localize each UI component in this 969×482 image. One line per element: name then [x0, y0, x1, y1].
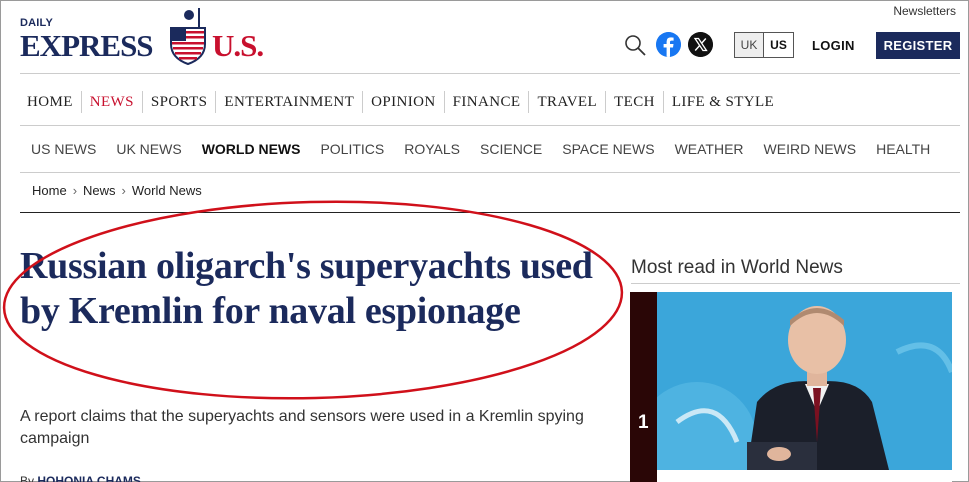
subnav-item-weird-news[interactable]: WEIRD NEWS — [764, 140, 857, 158]
chevron-right-icon: › — [72, 183, 78, 198]
byline-prefix: By — [20, 474, 35, 482]
subnav-item-weather[interactable]: WEATHER — [675, 140, 744, 158]
subnav-item-science[interactable]: SCIENCE — [480, 140, 542, 158]
logo-us-text: U.S. — [212, 28, 264, 63]
primary-nav: HOME NEWS SPORTS ENTERTAINMENT OPINION F… — [20, 90, 782, 114]
header-divider — [20, 73, 960, 74]
register-button[interactable]: REGISTER — [876, 32, 960, 59]
nav-item-travel[interactable]: TRAVEL — [528, 91, 605, 113]
most-read-heading: Most read in World News — [631, 257, 843, 278]
nav-item-entertainment[interactable]: ENTERTAINMENT — [215, 91, 362, 113]
nav-item-tech[interactable]: TECH — [605, 91, 663, 113]
subnav-item-politics[interactable]: POLITICS — [320, 140, 384, 158]
search-icon[interactable] — [623, 33, 647, 57]
subnav-item-health[interactable]: HEALTH — [876, 140, 930, 158]
nav-item-opinion[interactable]: OPINION — [362, 91, 443, 113]
secondary-nav: US NEWS UK NEWS WORLD NEWS POLITICS ROYA… — [31, 140, 950, 158]
edition-uk-button[interactable]: UK — [735, 33, 764, 57]
nav-item-home[interactable]: HOME — [20, 91, 81, 113]
nav-item-sports[interactable]: SPORTS — [141, 91, 216, 113]
subnav-item-us-news[interactable]: US NEWS — [31, 140, 96, 158]
primary-nav-divider — [20, 125, 960, 126]
breadcrumb-news[interactable]: News — [83, 183, 116, 198]
subnav-item-space-news[interactable]: SPACE NEWS — [562, 140, 654, 158]
breadcrumb-world-news[interactable]: World News — [132, 183, 202, 198]
logo-express-text: EXPRESS — [20, 28, 154, 63]
author-link[interactable]: HOHONIA CHAMS — [37, 474, 141, 482]
nav-item-life-style[interactable]: LIFE & STYLE — [662, 91, 782, 113]
nav-item-finance[interactable]: FINANCE — [443, 91, 529, 113]
rank-number: 1 — [638, 412, 649, 433]
nav-item-news[interactable]: NEWS — [80, 91, 142, 113]
edition-switcher: UK US — [734, 32, 794, 58]
login-link[interactable]: LOGIN — [812, 38, 855, 53]
facebook-icon[interactable] — [656, 32, 681, 57]
chevron-right-icon: › — [121, 183, 126, 198]
breadcrumb-divider — [20, 212, 960, 213]
rank-badge: 1 — [630, 292, 657, 482]
most-read-divider — [631, 283, 960, 284]
article-headline: Russian oligarch's superyachts used by K… — [20, 245, 593, 332]
x-icon[interactable] — [688, 32, 713, 57]
most-read-item[interactable]: 1 — [630, 292, 952, 482]
article-subheadline: A report claims that the superyachts and… — [20, 408, 584, 447]
most-read-thumbnail — [657, 292, 952, 470]
breadcrumb: Home › News › World News — [32, 183, 202, 198]
subnav-item-royals[interactable]: ROYALS — [404, 140, 460, 158]
newsletters-link[interactable]: Newsletters — [893, 4, 956, 18]
subnav-item-world-news[interactable]: WORLD NEWS — [202, 140, 301, 158]
logo-crusader-shield-icon — [170, 8, 206, 66]
breadcrumb-home[interactable]: Home — [32, 183, 67, 198]
secondary-nav-divider — [20, 172, 960, 173]
subnav-item-uk-news[interactable]: UK NEWS — [116, 140, 181, 158]
edition-us-button[interactable]: US — [764, 33, 793, 57]
article-byline: By HOHONIA CHAMS — [20, 474, 141, 482]
most-read-caption-strip — [657, 470, 952, 482]
site-logo[interactable]: DAILY EXPRESS U.S. — [20, 6, 280, 68]
